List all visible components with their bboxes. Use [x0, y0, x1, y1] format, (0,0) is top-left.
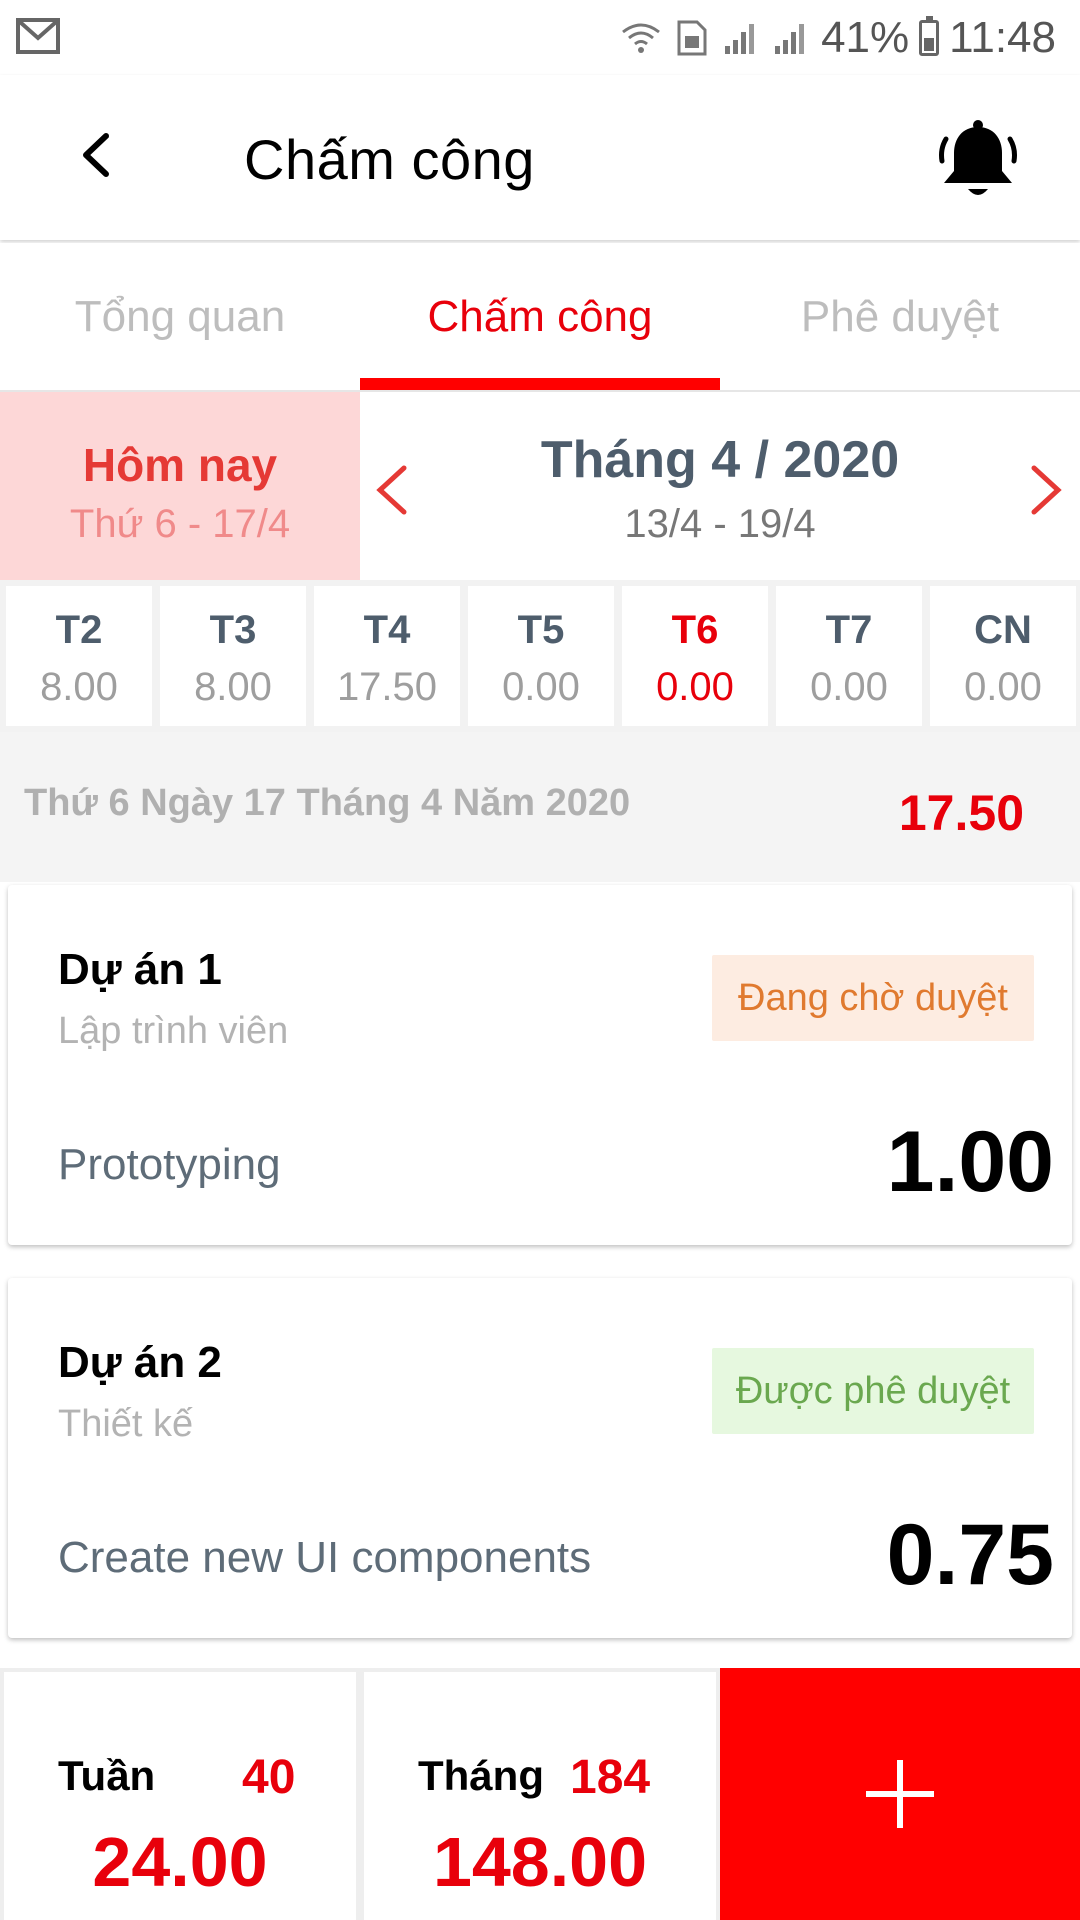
day-hours: 0.00	[502, 665, 580, 709]
day-total-hours: 17.50	[898, 785, 1024, 841]
day-hours: 8.00	[40, 665, 118, 709]
today-date: Thứ 6 - 17/4	[69, 502, 291, 546]
entry-hours: 0.75	[886, 1507, 1054, 1603]
task-name: Prototyping	[58, 1140, 281, 1189]
project-name: Dự án 2	[58, 1338, 222, 1387]
day-hours: 8.00	[194, 665, 272, 709]
timesheet-entry-card[interactable]: Dự án 1 Lập trình viên Đang chờ duyệt Pr…	[8, 885, 1072, 1245]
battery-percent: 41%	[821, 13, 910, 62]
day-cell-wed[interactable]: T4 17.50	[314, 586, 460, 726]
chevron-left-icon[interactable]	[72, 130, 122, 180]
month-target: 184	[570, 1751, 651, 1804]
wifi-icon	[622, 23, 660, 53]
tab-approval[interactable]: Phê duyệt	[720, 243, 1080, 390]
day-cell-fri[interactable]: T6 0.00	[622, 586, 768, 726]
page-title: Chấm công	[244, 128, 535, 191]
task-name: Create new UI components	[58, 1533, 592, 1582]
week-target: 40	[242, 1751, 296, 1804]
tab-overview[interactable]: Tổng quan	[0, 243, 360, 390]
month-total-panel: Tháng 184 148.00	[364, 1672, 716, 1920]
month-label: Tháng	[418, 1752, 544, 1799]
timesheet-entry-card[interactable]: Dự án 2 Thiết kế Được phê duyệt Create n…	[8, 1278, 1072, 1638]
entry-hours: 1.00	[886, 1114, 1054, 1210]
day-name: CN	[974, 608, 1032, 652]
role-name: Thiết kế	[58, 1403, 194, 1445]
bell-icon[interactable]	[932, 117, 1024, 205]
active-tab-indicator	[360, 378, 720, 390]
chevron-left-icon[interactable]	[370, 462, 414, 518]
day-cell-tue[interactable]: T3 8.00	[160, 586, 306, 726]
status-badge: Được phê duyệt	[712, 1348, 1034, 1434]
chevron-right-icon[interactable]	[1024, 462, 1068, 518]
day-cell-sun[interactable]: CN 0.00	[930, 586, 1076, 726]
status-badge: Đang chờ duyệt	[712, 955, 1034, 1041]
day-cell-sat[interactable]: T7 0.00	[776, 586, 922, 726]
selected-date-text: Thứ 6 Ngày 17 Tháng 4 Năm 2020	[24, 782, 631, 824]
app-bar: Chấm công	[0, 75, 1080, 240]
status-icons: 41% 11:48	[621, 10, 1056, 66]
month-label: Tháng 4 / 2020	[540, 431, 900, 489]
date-header: Hôm nay Thứ 6 - 17/4 Tháng 4 / 2020 13/4…	[0, 392, 1080, 580]
today-label: Hôm nay	[82, 439, 278, 491]
day-hours: 17.50	[336, 665, 438, 709]
clock: 11:48	[949, 13, 1056, 62]
week-day-strip: T2 8.00 T3 8.00 T4 17.50 T5 0.00 T6 0.00…	[0, 580, 1080, 732]
week-hours: 24.00	[92, 1823, 268, 1901]
project-name: Dự án 1	[58, 945, 222, 994]
week-total-panel: Tuần 40 24.00	[4, 1672, 356, 1920]
day-hours: 0.00	[810, 665, 888, 709]
data-sim-icon	[677, 20, 707, 56]
day-name: T4	[363, 608, 411, 652]
day-hours: 0.00	[656, 665, 734, 709]
battery-icon	[919, 16, 940, 56]
week-label: Tuần	[58, 1752, 156, 1799]
day-name: T5	[517, 608, 565, 652]
status-bar: 41% 11:48	[0, 0, 1080, 75]
month-hours: 148.00	[432, 1823, 648, 1901]
tab-bar: Tổng quan Chấm công Phê duyệt	[0, 243, 1080, 392]
week-range: 13/4 - 19/4	[624, 502, 816, 546]
day-hours: 0.00	[964, 665, 1042, 709]
gmail-icon	[16, 18, 60, 54]
day-cell-mon[interactable]: T2 8.00	[6, 586, 152, 726]
signal-icon	[725, 24, 755, 54]
day-summary: Thứ 6 Ngày 17 Tháng 4 Năm 2020 17.50	[0, 732, 1080, 882]
day-name: T2	[55, 608, 103, 652]
day-cell-thu[interactable]: T5 0.00	[468, 586, 614, 726]
signal-icon	[775, 24, 805, 54]
add-entry-button[interactable]	[720, 1668, 1080, 1920]
plus-icon	[866, 1760, 934, 1828]
day-name: T7	[825, 608, 873, 652]
day-name: T3	[209, 608, 257, 652]
today-button[interactable]: Hôm nay Thứ 6 - 17/4	[0, 392, 360, 580]
role-name: Lập trình viên	[58, 1010, 289, 1052]
day-name: T6	[671, 608, 719, 652]
tab-timesheet[interactable]: Chấm công	[360, 243, 720, 390]
